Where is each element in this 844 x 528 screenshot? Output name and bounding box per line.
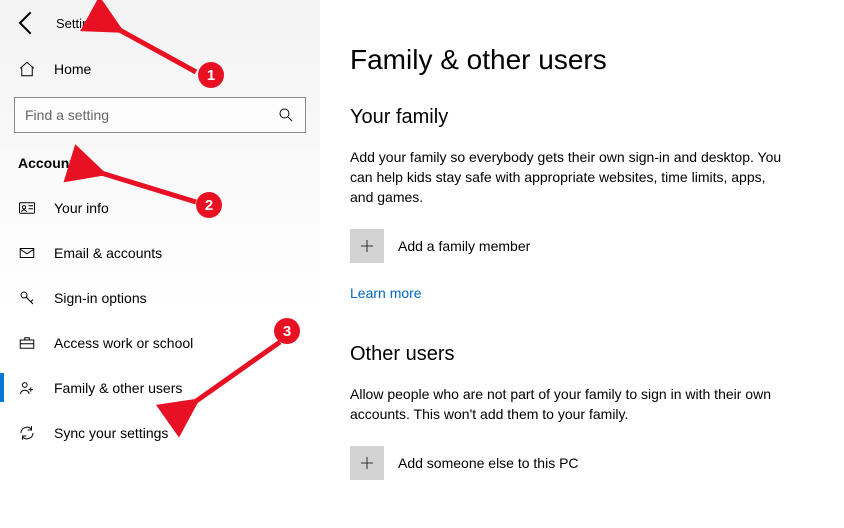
section-heading-other: Other users — [350, 343, 814, 366]
add-other-label: Add someone else to this PC — [398, 455, 579, 471]
people-icon — [18, 379, 36, 397]
add-family-member-button[interactable]: Add a family member — [350, 229, 814, 263]
briefcase-icon — [18, 334, 36, 352]
app-title: Settings — [56, 16, 103, 31]
learn-more-link[interactable]: Learn more — [350, 285, 422, 301]
sidebar-item-label: Sign-in options — [54, 290, 147, 306]
family-description: Add your family so everybody gets their … — [350, 147, 790, 207]
sidebar-item-signin[interactable]: Sign-in options — [0, 275, 320, 320]
other-description: Allow people who are not part of your fa… — [350, 384, 790, 424]
sidebar-item-label: Your info — [54, 200, 109, 216]
sidebar-item-home[interactable]: Home — [0, 46, 320, 91]
page-title: Family & other users — [350, 44, 814, 76]
search-placeholder: Find a setting — [25, 107, 109, 123]
person-card-icon — [18, 199, 36, 217]
sidebar-item-email[interactable]: Email & accounts — [0, 230, 320, 275]
main-content: Family & other users Your family Add you… — [320, 0, 844, 528]
home-icon — [18, 60, 36, 78]
sidebar: Settings Home Find a setting Accounts Yo… — [0, 0, 320, 528]
sidebar-item-family[interactable]: Family & other users — [0, 365, 320, 410]
sidebar-item-label: Family & other users — [54, 380, 182, 396]
mail-icon — [18, 244, 36, 262]
search-icon — [277, 106, 295, 124]
sidebar-item-work[interactable]: Access work or school — [0, 320, 320, 365]
add-family-label: Add a family member — [398, 238, 530, 254]
plus-icon — [350, 229, 384, 263]
sidebar-item-sync[interactable]: Sync your settings — [0, 410, 320, 455]
add-other-user-button[interactable]: Add someone else to this PC — [350, 446, 814, 480]
sidebar-header: Settings — [0, 0, 320, 46]
sidebar-item-label: Home — [54, 61, 91, 77]
arrow-left-icon — [12, 7, 44, 39]
category-title: Accounts — [0, 133, 320, 185]
plus-icon — [350, 446, 384, 480]
sidebar-item-your-info[interactable]: Your info — [0, 185, 320, 230]
key-icon — [18, 289, 36, 307]
search-input[interactable]: Find a setting — [14, 97, 306, 133]
sidebar-item-label: Email & accounts — [54, 245, 162, 261]
section-heading-family: Your family — [350, 106, 814, 129]
sync-icon — [18, 424, 36, 442]
sidebar-item-label: Access work or school — [54, 335, 193, 351]
sidebar-item-label: Sync your settings — [54, 425, 168, 441]
back-button[interactable] — [12, 7, 44, 39]
